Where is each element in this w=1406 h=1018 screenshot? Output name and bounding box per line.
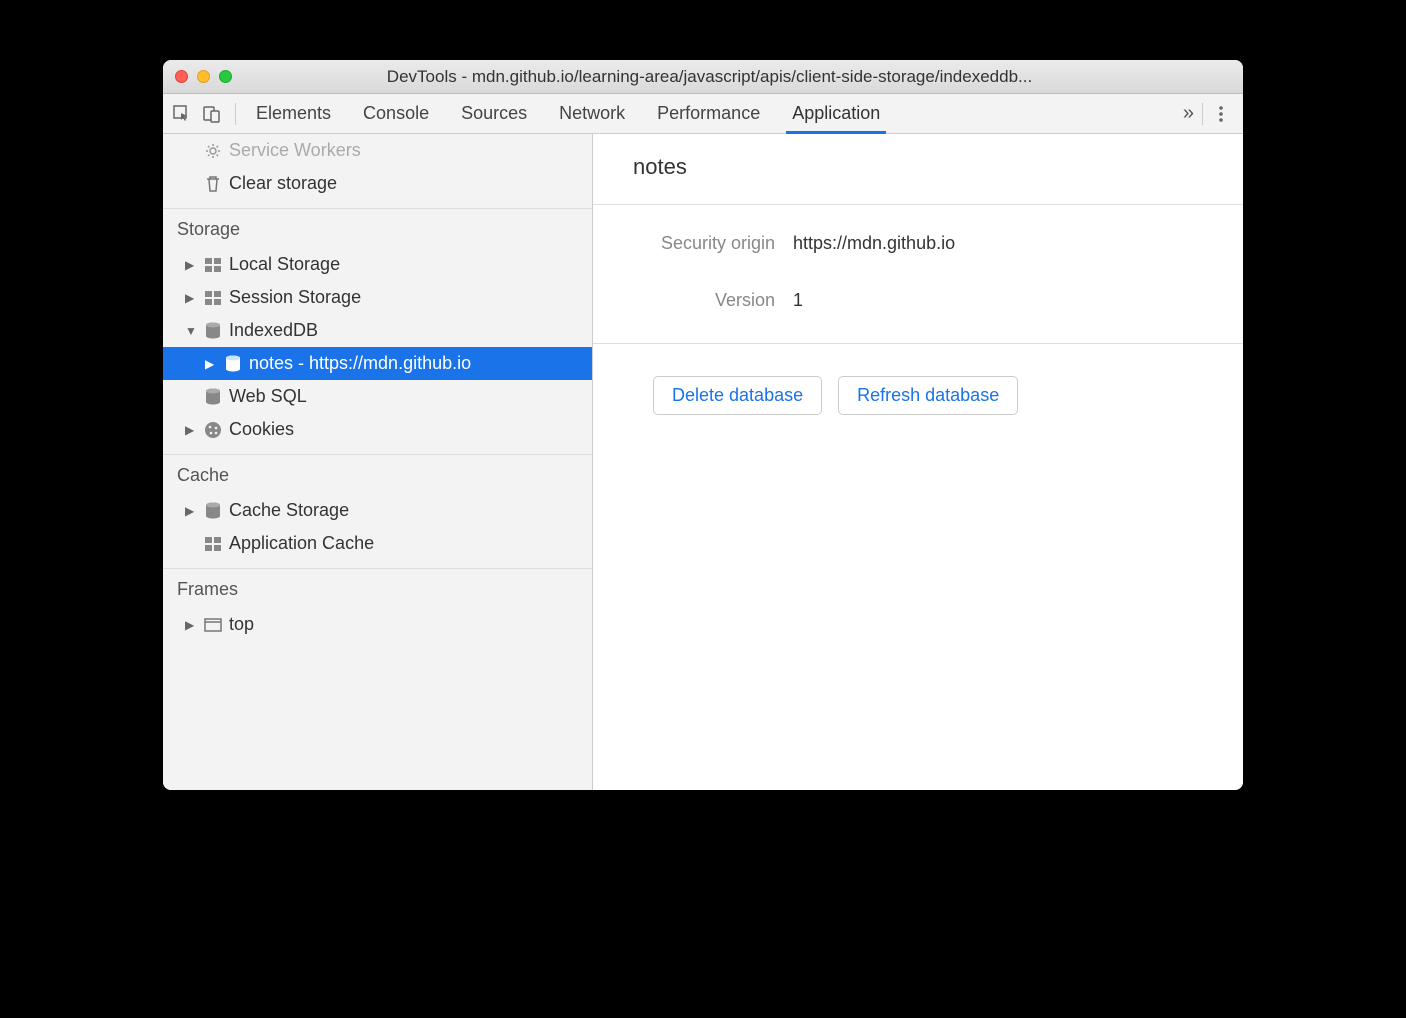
window-title: DevTools - mdn.github.io/learning-area/j…	[248, 67, 1231, 87]
sidebar-item-label: IndexedDB	[229, 320, 318, 341]
minimize-icon[interactable]	[197, 70, 210, 83]
detail-value: 1	[793, 290, 803, 311]
sidebar-item-label: Application Cache	[229, 533, 374, 554]
sidebar-section-frames: Frames	[163, 568, 592, 608]
database-icon	[203, 387, 223, 407]
database-icon	[203, 501, 223, 521]
detail-value: https://mdn.github.io	[793, 233, 955, 254]
chevron-right-icon: ▶	[185, 423, 197, 437]
tab-application[interactable]: Application	[790, 95, 882, 132]
sidebar-item-notes-db[interactable]: ▶ notes - https://mdn.github.io	[163, 347, 592, 380]
database-details: Security origin https://mdn.github.io Ve…	[593, 205, 1243, 344]
cookie-icon	[203, 420, 223, 440]
sidebar-item-top-frame[interactable]: ▶ top	[163, 608, 592, 641]
devtools-toolbar: Elements Console Sources Network Perform…	[163, 94, 1243, 134]
database-icon	[223, 354, 243, 374]
main-panel: notes Security origin https://mdn.github…	[593, 134, 1243, 790]
traffic-lights	[175, 70, 232, 83]
content-area: ▶ Service Workers ▶ Clear storage Storag…	[163, 134, 1243, 790]
trash-icon	[203, 174, 223, 194]
database-icon	[203, 321, 223, 341]
tabs-overflow-icon[interactable]: »	[1175, 102, 1202, 125]
sidebar-item-label: Cookies	[229, 419, 294, 440]
grid-icon	[203, 288, 223, 308]
grid-icon	[203, 255, 223, 275]
application-sidebar: ▶ Service Workers ▶ Clear storage Storag…	[163, 134, 593, 790]
sidebar-item-label: Web SQL	[229, 386, 307, 407]
sidebar-item-label: Clear storage	[229, 173, 337, 194]
refresh-database-button[interactable]: Refresh database	[838, 376, 1018, 415]
tab-sources[interactable]: Sources	[459, 95, 529, 132]
devtools-window: DevTools - mdn.github.io/learning-area/j…	[163, 60, 1243, 790]
chevron-right-icon: ▶	[185, 291, 197, 305]
device-toggle-icon[interactable]	[203, 105, 221, 123]
detail-label: Security origin	[633, 233, 793, 254]
detail-label: Version	[633, 290, 793, 311]
chevron-right-icon: ▶	[205, 357, 217, 371]
sidebar-item-clear-storage[interactable]: ▶ Clear storage	[163, 167, 592, 200]
sidebar-item-label: notes - https://mdn.github.io	[249, 353, 471, 374]
sidebar-item-label: Cache Storage	[229, 500, 349, 521]
tab-elements[interactable]: Elements	[254, 95, 333, 132]
sidebar-item-session-storage[interactable]: ▶ Session Storage	[163, 281, 592, 314]
sidebar-item-web-sql[interactable]: ▶ Web SQL	[163, 380, 592, 413]
kebab-menu-icon[interactable]	[1202, 103, 1233, 125]
sidebar-item-label: top	[229, 614, 254, 635]
sidebar-item-application-cache[interactable]: ▶ Application Cache	[163, 527, 592, 560]
sidebar-item-label: Local Storage	[229, 254, 340, 275]
chevron-right-icon: ▶	[185, 258, 197, 272]
grid-icon	[203, 534, 223, 554]
tab-network[interactable]: Network	[557, 95, 627, 132]
sidebar-section-storage: Storage	[163, 208, 592, 248]
chevron-right-icon: ▶	[185, 504, 197, 518]
detail-row-version: Version 1	[633, 290, 1203, 311]
sidebar-item-label: Service Workers	[229, 140, 361, 161]
devtools-tabs: Elements Console Sources Network Perform…	[244, 95, 1175, 132]
toolbar-icons	[173, 103, 236, 125]
tab-console[interactable]: Console	[361, 95, 431, 132]
titlebar[interactable]: DevTools - mdn.github.io/learning-area/j…	[163, 60, 1243, 94]
chevron-right-icon: ▶	[185, 618, 197, 632]
frame-icon	[203, 615, 223, 635]
tab-performance[interactable]: Performance	[655, 95, 762, 132]
sidebar-section-cache: Cache	[163, 454, 592, 494]
database-title: notes	[593, 134, 1243, 205]
sidebar-item-local-storage[interactable]: ▶ Local Storage	[163, 248, 592, 281]
delete-database-button[interactable]: Delete database	[653, 376, 822, 415]
sidebar-item-service-workers[interactable]: ▶ Service Workers	[163, 134, 592, 167]
close-icon[interactable]	[175, 70, 188, 83]
maximize-icon[interactable]	[219, 70, 232, 83]
chevron-down-icon: ▼	[185, 324, 197, 338]
detail-row-security-origin: Security origin https://mdn.github.io	[633, 233, 1203, 254]
database-actions: Delete database Refresh database	[593, 344, 1243, 447]
gear-icon	[203, 141, 223, 161]
inspect-element-icon[interactable]	[173, 105, 191, 123]
sidebar-item-label: Session Storage	[229, 287, 361, 308]
sidebar-item-cache-storage[interactable]: ▶ Cache Storage	[163, 494, 592, 527]
sidebar-item-indexeddb[interactable]: ▼ IndexedDB	[163, 314, 592, 347]
sidebar-item-cookies[interactable]: ▶ Cookies	[163, 413, 592, 446]
